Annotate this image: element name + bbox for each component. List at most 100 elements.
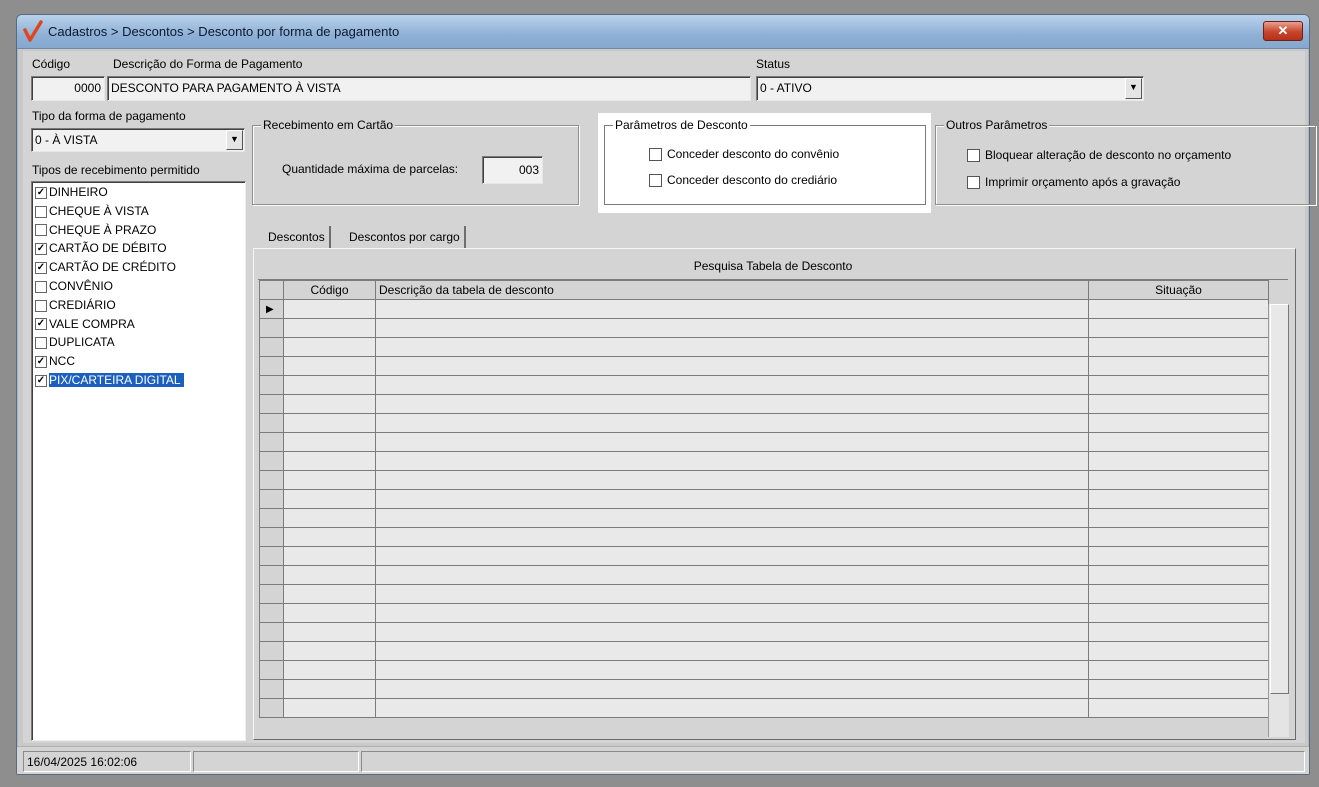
table-cell[interactable] — [1088, 527, 1269, 547]
recebimento-list-item[interactable]: ✓ DINHEIRO — [35, 183, 243, 202]
row-indicator[interactable] — [259, 603, 284, 623]
table-cell[interactable] — [375, 546, 1089, 566]
table-cell[interactable] — [1088, 622, 1269, 642]
table-cell[interactable] — [1088, 489, 1269, 509]
table-cell[interactable] — [1088, 470, 1269, 490]
tab-descontos[interactable]: Descontos — [264, 226, 331, 248]
table-cell[interactable] — [375, 641, 1089, 661]
table-cell[interactable] — [283, 299, 376, 319]
table-row[interactable] — [259, 318, 1269, 338]
row-indicator[interactable] — [259, 527, 284, 547]
row-indicator[interactable] — [259, 451, 284, 471]
tipo-forma-dropdown-icon[interactable]: ▼ — [226, 130, 243, 150]
table-cell[interactable] — [1088, 375, 1269, 395]
table-row[interactable] — [259, 432, 1269, 452]
table-row[interactable] — [259, 565, 1269, 585]
table-cell[interactable] — [375, 508, 1089, 528]
title-bar[interactable]: Cadastros > Descontos > Desconto por for… — [17, 15, 1309, 49]
checkbox-icon[interactable] — [35, 299, 47, 312]
column-header-indicator[interactable] — [259, 280, 284, 300]
table-cell[interactable] — [1088, 565, 1269, 585]
recebimento-list-item[interactable]: ✓ NCC — [35, 352, 243, 371]
recebimento-list-item[interactable]: DUPLICATA — [35, 333, 243, 352]
row-indicator[interactable] — [259, 318, 284, 338]
column-header-codigo[interactable]: Código — [283, 280, 376, 300]
row-indicator[interactable] — [259, 698, 284, 718]
status-dropdown-icon[interactable]: ▼ — [1125, 78, 1142, 99]
table-cell[interactable] — [375, 470, 1089, 490]
checkbox-checked-icon[interactable]: ✓ — [35, 318, 47, 331]
table-row[interactable] — [259, 679, 1269, 699]
table-cell[interactable] — [283, 318, 376, 338]
row-indicator[interactable] — [259, 584, 284, 604]
table-cell[interactable] — [375, 679, 1089, 699]
table-cell[interactable] — [375, 375, 1089, 395]
recebimento-list-item[interactable]: ✓ VALE COMPRA — [35, 315, 243, 334]
table-row[interactable] — [259, 546, 1269, 566]
table-cell[interactable] — [283, 451, 376, 471]
descricao-field[interactable]: DESCONTO PARA PAGAMENTO À VISTA — [107, 76, 751, 101]
codigo-field[interactable]: 0000 — [31, 76, 105, 101]
table-cell[interactable] — [375, 413, 1089, 433]
row-indicator[interactable] — [259, 375, 284, 395]
table-row[interactable] — [259, 527, 1269, 547]
conceder-convenio-checkbox[interactable]: Conceder desconto do convênio — [649, 147, 839, 162]
table-cell[interactable] — [375, 584, 1089, 604]
recebimento-list-item[interactable]: ✓ CARTÃO DE CRÉDITO — [35, 258, 243, 277]
table-cell[interactable] — [1088, 299, 1269, 319]
table-cell[interactable] — [375, 489, 1089, 509]
table-cell[interactable] — [283, 565, 376, 585]
table-cell[interactable] — [283, 394, 376, 414]
checkbox-checked-icon[interactable]: ✓ — [35, 186, 47, 199]
checkbox-checked-icon[interactable]: ✓ — [35, 374, 47, 387]
table-cell[interactable] — [1088, 603, 1269, 623]
table-row[interactable] — [259, 375, 1269, 395]
checkbox-checked-icon[interactable]: ✓ — [35, 243, 47, 256]
table-row[interactable] — [259, 337, 1269, 357]
table-cell[interactable] — [375, 451, 1089, 471]
recebimento-list-item[interactable]: ✓ CARTÃO DE DÉBITO — [35, 239, 243, 258]
column-header-descricao[interactable]: Descrição da tabela de desconto — [375, 280, 1089, 300]
row-indicator[interactable] — [259, 356, 284, 376]
row-indicator[interactable] — [259, 489, 284, 509]
recebimento-list-item[interactable]: ✓ PIX/CARTEIRA DIGITAL — [35, 371, 243, 390]
table-cell[interactable] — [283, 432, 376, 452]
checkbox-icon[interactable] — [967, 176, 980, 190]
table-cell[interactable] — [375, 565, 1089, 585]
table-cell[interactable] — [283, 698, 376, 718]
table-cell[interactable] — [283, 546, 376, 566]
table-row[interactable]: ▶ — [259, 299, 1269, 319]
table-cell[interactable] — [375, 660, 1089, 680]
table-cell[interactable] — [1088, 660, 1269, 680]
recebimento-list-item[interactable]: CREDIÁRIO — [35, 296, 243, 315]
row-indicator[interactable] — [259, 622, 284, 642]
table-cell[interactable] — [283, 375, 376, 395]
table-row[interactable] — [259, 622, 1269, 642]
checkbox-icon[interactable] — [35, 224, 47, 237]
tipos-recebimento-list[interactable]: ✓ DINHEIRO CHEQUE À VISTA CHEQUE À PRAZO ✓ CA… — [31, 181, 246, 741]
table-cell[interactable] — [1088, 413, 1269, 433]
column-header-situacao[interactable]: Situação — [1088, 280, 1269, 300]
table-cell[interactable] — [283, 489, 376, 509]
checkbox-icon[interactable] — [35, 280, 47, 293]
table-cell[interactable] — [1088, 584, 1269, 604]
recebimento-list-item[interactable]: CONVÊNIO — [35, 277, 243, 296]
row-indicator[interactable] — [259, 679, 284, 699]
current-row-indicator-icon[interactable]: ▶ — [259, 299, 284, 319]
table-cell[interactable] — [375, 603, 1089, 623]
table-cell[interactable] — [1088, 356, 1269, 376]
table-cell[interactable] — [375, 356, 1089, 376]
table-cell[interactable] — [1088, 641, 1269, 661]
desconto-table[interactable]: Código Descrição da tabela de desconto S… — [259, 280, 1269, 718]
table-cell[interactable] — [1088, 394, 1269, 414]
table-cell[interactable] — [283, 584, 376, 604]
table-row[interactable] — [259, 641, 1269, 661]
table-cell[interactable] — [1088, 698, 1269, 718]
table-cell[interactable] — [375, 432, 1089, 452]
row-indicator[interactable] — [259, 660, 284, 680]
table-cell[interactable] — [283, 337, 376, 357]
table-cell[interactable] — [1088, 432, 1269, 452]
table-cell[interactable] — [1088, 546, 1269, 566]
table-cell[interactable] — [375, 337, 1089, 357]
table-cell[interactable] — [375, 318, 1089, 338]
